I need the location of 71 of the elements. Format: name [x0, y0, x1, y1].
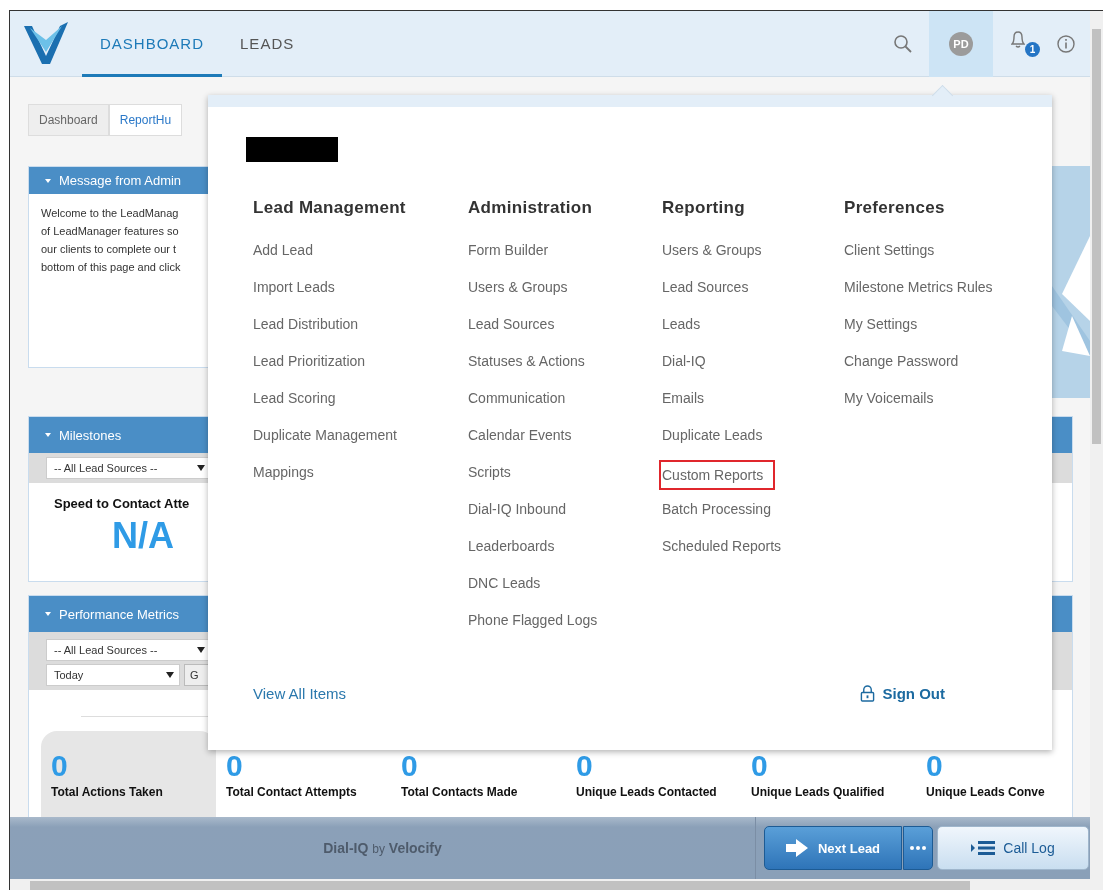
menu-item[interactable]: Client Settings — [841, 238, 938, 275]
menu-item[interactable]: Custom Reports — [659, 460, 776, 490]
list-icon — [971, 840, 996, 856]
lead-source-select[interactable]: -- All Lead Sources -- — [46, 457, 211, 479]
menu-heading: Lead Management — [253, 198, 406, 218]
caret-icon — [197, 465, 205, 471]
menu-item[interactable]: Statuses & Actions — [465, 349, 588, 386]
message-text: our clients to complete our t — [41, 242, 177, 257]
panel-title: Message from Admin — [59, 173, 182, 188]
message-text: Welcome to the LeadManag — [41, 206, 179, 221]
menu-item[interactable]: Add Lead — [250, 238, 316, 275]
menu-item[interactable]: Users & Groups — [465, 275, 571, 312]
menu-item[interactable]: Phone Flagged Logs — [465, 608, 601, 645]
menu-item[interactable]: Users & Groups — [659, 238, 765, 275]
menu-item[interactable]: Milestone Metrics Rules — [841, 275, 996, 312]
info-icon[interactable] — [1056, 33, 1076, 54]
message-text: bottom of this page and click — [41, 260, 181, 275]
bell-icon — [1011, 30, 1025, 49]
lead-source-select[interactable]: -- All Lead Sources -- — [46, 639, 211, 661]
sign-out-link[interactable]: Sign Out — [859, 685, 945, 702]
panel-title: Performance Metrics — [59, 606, 179, 622]
menu-item[interactable]: My Voicemails — [841, 386, 937, 423]
menu-item[interactable]: Lead Prioritization — [250, 349, 369, 386]
search-icon[interactable] — [893, 33, 913, 54]
arrow-icon — [785, 839, 808, 857]
more-button[interactable] — [903, 826, 933, 870]
menu-item[interactable]: Form Builder — [465, 238, 552, 275]
menu-item[interactable]: Lead Sources — [659, 275, 752, 312]
menu-item[interactable]: Change Password — [841, 349, 962, 386]
period-select[interactable]: Today — [46, 664, 180, 686]
call-log-button[interactable]: Call Log — [937, 826, 1089, 870]
caret-icon — [197, 647, 205, 653]
lock-icon — [859, 685, 875, 702]
metric-label: Speed to Contact Atte — [54, 496, 190, 511]
vertical-scrollbar[interactable] — [1090, 11, 1103, 890]
menu-heading: Preferences — [844, 198, 945, 218]
more-icon — [910, 846, 926, 850]
menu-item[interactable]: Emails — [659, 386, 707, 423]
menu-item[interactable]: Lead Scoring — [250, 386, 339, 423]
menu-item[interactable]: Scripts — [465, 460, 514, 497]
sub-tab[interactable]: Dashboard — [28, 104, 109, 136]
horizontal-scrollbar[interactable] — [10, 879, 1090, 890]
view-all-link[interactable]: View All Items — [253, 685, 347, 702]
menu-item[interactable]: My Settings — [841, 312, 921, 349]
next-lead-button[interactable]: Next Lead — [764, 826, 902, 870]
menu-item[interactable]: Dial-IQ — [659, 349, 709, 386]
notifications-button[interactable]: 1 — [1011, 30, 1040, 57]
menu-item[interactable]: Mappings — [250, 460, 317, 497]
menu-item[interactable]: Calendar Events — [465, 423, 575, 460]
menu-item[interactable]: Scheduled Reports — [659, 534, 785, 571]
menu-item[interactable]: Batch Processing — [659, 497, 774, 534]
menu-heading: Administration — [468, 198, 593, 218]
menu-item[interactable]: DNC Leads — [465, 571, 544, 608]
menu-item[interactable]: Communication — [465, 386, 569, 423]
menu-item[interactable]: Leads — [659, 312, 704, 349]
panel-title: Milestones — [59, 427, 122, 443]
message-text: of LeadManager features so — [41, 224, 179, 239]
menu-item[interactable]: Duplicate Leads — [659, 423, 766, 460]
metric-value: N/A — [112, 515, 174, 557]
menu-item[interactable]: Lead Sources — [465, 312, 558, 349]
menu-item[interactable]: Leaderboards — [465, 534, 558, 571]
metric-tile[interactable]: 0 Total Actions Taken — [41, 731, 216, 817]
menu-item[interactable]: Duplicate Management — [250, 423, 400, 460]
brand-text: Dial-IQ by Velocify — [323, 840, 442, 856]
sub-tab[interactable]: ReportHu — [108, 104, 183, 136]
nav-tab[interactable]: LEADS — [222, 10, 313, 77]
menu-item[interactable]: Dial-IQ Inbound — [465, 497, 570, 534]
menu-item[interactable]: Lead Distribution — [250, 312, 362, 349]
menu-item[interactable]: Import Leads — [250, 275, 338, 312]
caret-icon — [166, 672, 174, 678]
menu-heading: Reporting — [662, 198, 745, 218]
